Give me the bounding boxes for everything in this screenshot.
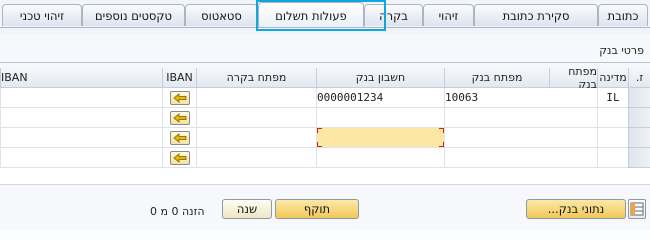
focus-corner: [317, 128, 322, 133]
table-row: [0, 148, 628, 168]
cell-iban-button: [162, 128, 196, 148]
tab-strip: כתובת סקירת כתובת זיהוי בקרה פעולות תשלו…: [0, 0, 650, 34]
tab-address-overview[interactable]: סקירת כתובת: [474, 4, 598, 26]
cell-bank-key[interactable]: [444, 128, 597, 148]
tab-payment-transactions[interactable]: פעולות תשלום: [258, 2, 364, 28]
cell-iban[interactable]: [0, 148, 162, 168]
cell-bank-account[interactable]: [316, 148, 444, 168]
cell-bank-account[interactable]: 0000001234: [316, 88, 444, 108]
tab-control[interactable]: בקרה: [364, 4, 423, 26]
tab-address[interactable]: כתובת: [598, 4, 648, 26]
cell-iban[interactable]: [0, 88, 162, 108]
cell-control-key[interactable]: [196, 108, 316, 128]
entry-label: הזנה: [182, 205, 205, 218]
cell-bank-key[interactable]: [444, 108, 597, 128]
bank-data-button[interactable]: נתוני בנק...: [526, 199, 626, 219]
cell-bank-key[interactable]: 10063: [444, 88, 597, 108]
header-country[interactable]: מדינה: [597, 68, 628, 88]
entry-count: 0 מ 0: [150, 205, 179, 218]
cell-iban-button: [162, 148, 196, 168]
table-row: [0, 108, 628, 128]
header-iban-button[interactable]: IBAN: [162, 68, 196, 88]
cell-bank-key[interactable]: [444, 148, 597, 168]
header-row-selector[interactable]: ז.: [628, 68, 650, 88]
iban-arrow-icon[interactable]: [169, 130, 190, 145]
valid-button[interactable]: תוקף: [275, 199, 359, 219]
cell-iban[interactable]: [0, 128, 162, 148]
cell-bank-account-focused[interactable]: [316, 128, 444, 148]
group-divider: [0, 62, 650, 63]
header-control-key[interactable]: מפתח בקרה: [196, 68, 316, 88]
tab-additional-texts[interactable]: טקסטים נוספים: [82, 4, 185, 26]
focus-corner: [439, 128, 444, 133]
row-selector[interactable]: [628, 128, 650, 148]
table-row: [0, 128, 628, 148]
tab-status[interactable]: סטאטוס: [185, 4, 258, 26]
table-row: IL 10063 0000001234: [0, 88, 628, 108]
group-title: פרטי בנק: [599, 44, 644, 57]
cell-control-key[interactable]: [196, 128, 316, 148]
header-bank-key-2[interactable]: מפתח בנק: [444, 68, 549, 88]
cell-country[interactable]: [597, 148, 628, 168]
iban-arrow-icon[interactable]: [169, 90, 190, 105]
table-settings-icon[interactable]: [628, 199, 646, 219]
tab-underline: [0, 27, 650, 28]
cell-iban[interactable]: [0, 108, 162, 128]
change-button[interactable]: שנה: [222, 199, 272, 219]
row-selector[interactable]: [628, 108, 650, 128]
iban-arrow-icon[interactable]: [169, 150, 190, 165]
cell-iban-button: [162, 88, 196, 108]
iban-arrow-icon[interactable]: [169, 110, 190, 125]
cell-country[interactable]: [597, 108, 628, 128]
tab-technical-id[interactable]: זיהוי טכני: [2, 4, 82, 26]
cell-bank-account[interactable]: [316, 108, 444, 128]
row-selector[interactable]: [628, 148, 650, 168]
cell-control-key[interactable]: [196, 88, 316, 108]
cell-country[interactable]: IL: [597, 88, 628, 108]
header-iban[interactable]: IBAN: [0, 68, 162, 88]
cell-control-key[interactable]: [196, 148, 316, 168]
row-selector[interactable]: [628, 88, 650, 108]
focus-corner: [439, 142, 444, 147]
header-bank-account[interactable]: חשבון בנק: [316, 68, 444, 88]
cell-country[interactable]: [597, 128, 628, 148]
header-bank-key[interactable]: מפתח בנק: [549, 65, 597, 91]
focus-corner: [317, 142, 322, 147]
tab-identification[interactable]: זיהוי: [423, 4, 474, 26]
cell-iban-button: [162, 108, 196, 128]
